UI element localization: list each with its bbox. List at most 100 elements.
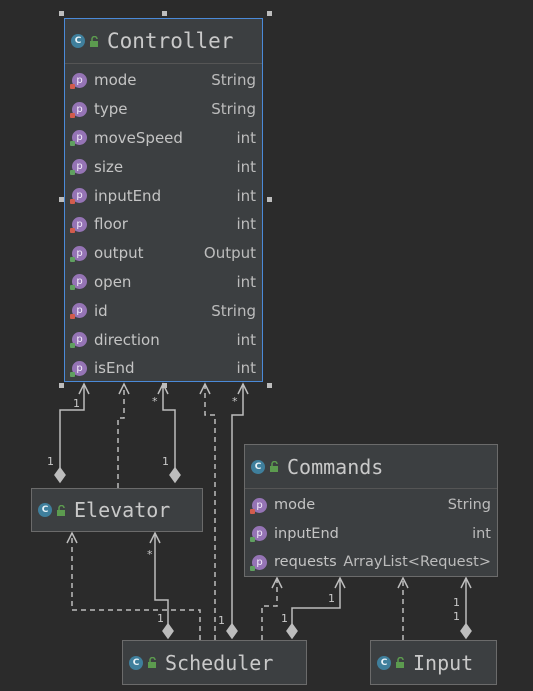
resize-handle[interactable] [267, 11, 272, 16]
field-row[interactable]: p floor int [65, 210, 262, 239]
resize-handle[interactable] [162, 383, 167, 388]
node-header: C Controller [65, 19, 262, 63]
field-type: int [236, 128, 256, 147]
resize-handle[interactable] [59, 197, 64, 202]
field-name: open [94, 272, 132, 291]
field-type: String [211, 301, 256, 320]
resize-handle[interactable] [162, 11, 167, 16]
unlock-icon [396, 657, 404, 668]
field-name: inputEnd [274, 525, 339, 542]
edge-scheduler-controller-dep [204, 384, 216, 640]
field-icon: p [70, 101, 87, 118]
field-row[interactable]: p mode String [245, 491, 497, 520]
edge-scheduler-controller [231, 384, 244, 625]
field-type: int [236, 272, 256, 291]
field-row[interactable]: p output Output [65, 239, 262, 268]
multiplicity-label: * [152, 395, 158, 408]
field-type: int [236, 157, 256, 176]
class-icon: C [251, 459, 265, 474]
class-node-input[interactable]: C Input [370, 640, 497, 685]
field-type: ArrayList<Request> [343, 554, 491, 571]
unlock-icon [90, 35, 98, 47]
class-node-controller[interactable]: C Controller p mode String p type String p mo… [64, 18, 263, 382]
aggregation-diamond [460, 622, 472, 640]
resize-handle[interactable] [267, 197, 272, 202]
field-type: int [236, 330, 256, 349]
unlock-icon [57, 504, 65, 516]
field-icon: p [70, 332, 87, 349]
resize-handle[interactable] [267, 383, 272, 388]
resize-handle[interactable] [59, 383, 64, 388]
multiplicity-label: 1 [218, 614, 225, 627]
field-row[interactable]: p mode String [65, 66, 262, 95]
multiplicity-label: 1 [73, 397, 80, 410]
aggregation-diamond [226, 622, 238, 640]
field-type: int [236, 359, 256, 378]
field-type: int [472, 525, 491, 542]
field-row[interactable]: p open int [65, 268, 262, 297]
field-icon: p [70, 188, 87, 205]
field-icon: p [70, 159, 87, 176]
field-icon: p [70, 245, 87, 262]
field-type: Output [203, 244, 256, 263]
edge-scheduler-commands-dep [261, 578, 278, 640]
field-name: id [94, 301, 108, 320]
field-type: int [236, 215, 256, 234]
field-row[interactable]: p requests ArrayList<Request> [245, 548, 497, 577]
field-row[interactable]: p type String [65, 95, 262, 124]
field-row[interactable]: p direction int [65, 325, 262, 354]
field-type: String [447, 497, 491, 514]
field-icon: p [250, 497, 267, 514]
multiplicity-label: 1 [453, 596, 460, 609]
unlock-icon [148, 657, 156, 668]
multiplicity-label: 1 [328, 592, 335, 605]
field-icon: p [250, 526, 267, 543]
class-icon: C [38, 503, 52, 517]
field-icon: p [70, 274, 87, 291]
aggregation-diamond [286, 622, 298, 640]
field-list: p mode String p type String p moveSpeed int ps… [65, 63, 262, 383]
class-name: Controller [107, 29, 234, 53]
field-type: int [236, 186, 256, 205]
class-icon: C [71, 34, 85, 48]
multiplicity-label: 1 [157, 612, 164, 625]
field-name: size [94, 157, 124, 176]
field-name: isEnd [94, 359, 135, 378]
field-type: String [211, 71, 256, 90]
edge-elevator-controller-dep [117, 384, 125, 488]
field-icon: p [70, 216, 87, 233]
aggregation-diamond [54, 466, 66, 484]
field-name: mode [94, 71, 137, 90]
field-icon: p [70, 130, 87, 147]
class-node-scheduler[interactable]: C Scheduler [122, 640, 307, 685]
edge-scheduler-elevator-dep [71, 533, 201, 640]
field-row[interactable]: p inputEnd int [65, 181, 262, 210]
field-icon: p [70, 360, 87, 377]
field-name: output [94, 244, 144, 263]
field-icon: p [70, 303, 87, 320]
field-row[interactable]: p size int [65, 152, 262, 181]
edge-elevator-controller-a [59, 384, 85, 480]
class-name: Commands [287, 454, 384, 479]
node-header: C Elevator [32, 489, 202, 531]
multiplicity-label: * [147, 548, 153, 561]
multiplicity-label: 1 [453, 610, 460, 623]
field-row[interactable]: p isEnd int [65, 354, 262, 383]
aggregation-diamond [162, 622, 174, 640]
class-name: Input [413, 650, 474, 675]
field-name: mode [274, 497, 316, 514]
multiplicity-label: 1 [281, 612, 288, 625]
multiplicity-label: 1 [162, 455, 169, 468]
resize-handle[interactable] [59, 11, 64, 16]
class-icon: C [377, 655, 391, 670]
aggregation-diamond [169, 466, 181, 484]
field-row[interactable]: p id String [65, 296, 262, 325]
multiplicity-label: * [232, 395, 238, 408]
field-name: inputEnd [94, 186, 162, 205]
field-row[interactable]: p inputEnd int [245, 520, 497, 549]
node-header: C Scheduler [123, 641, 306, 684]
field-name: moveSpeed [94, 128, 183, 147]
class-node-commands[interactable]: C Commands p mode String p inputEnd int p req… [244, 444, 498, 577]
field-row[interactable]: p moveSpeed int [65, 124, 262, 153]
class-node-elevator[interactable]: C Elevator [31, 488, 203, 532]
